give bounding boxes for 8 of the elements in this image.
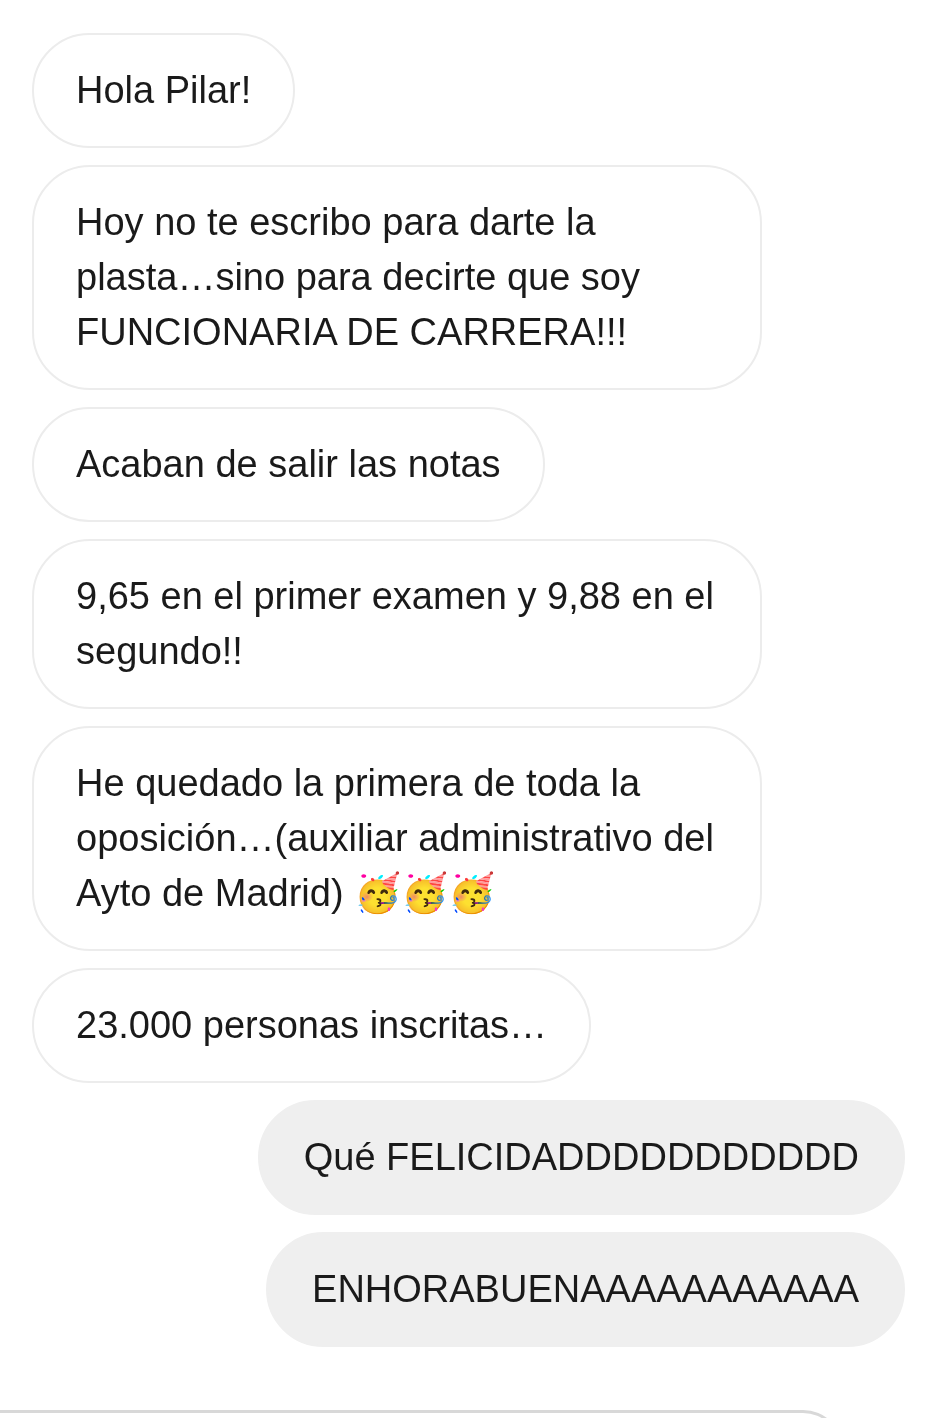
- message-bubble: 23.000 personas inscritas…: [32, 968, 592, 1083]
- message-bubble: Hoy no te escribo para darte la plasta…sino para decirte que soy FUNCIONARIA DE CARRERA!!!: [32, 165, 762, 390]
- message-bubble: Hola Pilar!: [32, 33, 296, 148]
- message-bubble: Qué FELICIDADDDDDDDDDDD: [257, 1100, 905, 1215]
- message-bubble: 9,65 en el primer examen y 9,88 en el segundo!!: [32, 539, 762, 709]
- message-bubble: He quedado la primera de toda la oposición…(auxiliar administrativo del Ayto de Madrid) 🥳🥳🥳: [32, 726, 762, 951]
- message-bubble: ENHORABUENAAAAAAAAAAA: [266, 1232, 905, 1347]
- message-bubble: Acaban de salir las notas: [32, 407, 545, 522]
